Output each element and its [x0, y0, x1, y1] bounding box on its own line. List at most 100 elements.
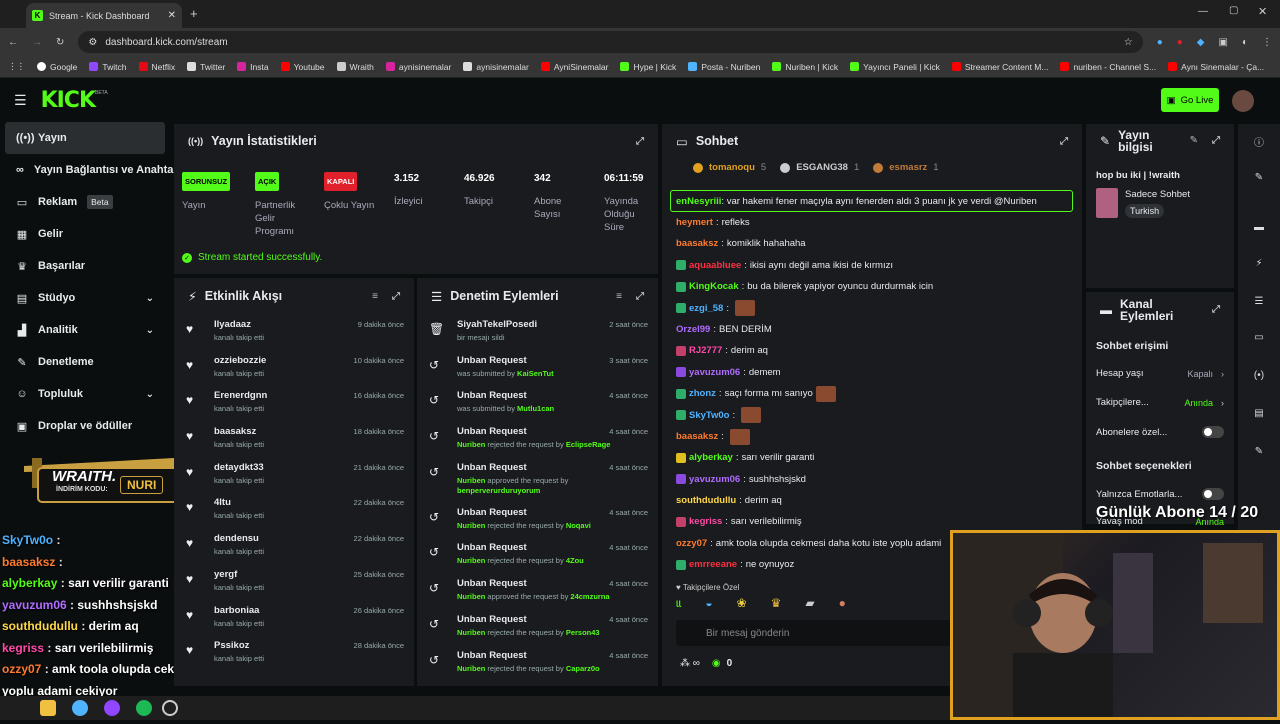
- subscribers-only-row[interactable]: Abonelere özel...: [1096, 426, 1224, 438]
- activity-item[interactable]: ♥ yergf kanalı takip etti 25 dakika önce: [174, 564, 414, 600]
- target-user[interactable]: 4Zou: [566, 556, 584, 565]
- sidebar-item-income[interactable]: ▦ Gelir: [0, 218, 172, 250]
- chat-username[interactable]: kegriss: [689, 511, 722, 532]
- activity-item[interactable]: ♥ dendensu kanalı takip etti 22 dakika önce: [174, 528, 414, 564]
- chat-username[interactable]: aquaabluee: [689, 255, 741, 276]
- emote-only-row[interactable]: Yalnızca Emotlarla...: [1096, 488, 1224, 500]
- activity-item[interactable]: ♥ Pssikoz kanalı takip etti 28 dakika önce: [174, 635, 414, 671]
- sidebar-item-studio[interactable]: ▤ Stüdyo ⌄: [0, 282, 172, 314]
- bookmark[interactable]: Wraith: [336, 62, 374, 72]
- emote[interactable]: ɩɩ: [676, 596, 681, 618]
- gifter-name[interactable]: esmasrz: [889, 162, 927, 173]
- emote[interactable]: ●: [839, 596, 846, 618]
- activity-item[interactable]: ♥ Ilyadaaz kanalı takip etti 9 dakika önce: [174, 314, 414, 350]
- app-icon[interactable]: [104, 700, 120, 716]
- filter-icon[interactable]: ≡: [616, 291, 622, 302]
- close-window-icon[interactable]: ✕: [1258, 5, 1267, 18]
- clip-icon[interactable]: ▤: [1248, 402, 1270, 424]
- activity-item[interactable]: ♥ 4ltu kanalı takip etti 22 dakika önce: [174, 492, 414, 528]
- bookmark[interactable]: Aynı Sinemalar - Ça...: [1168, 62, 1264, 72]
- bookmark[interactable]: Twitter: [187, 62, 225, 72]
- moderator-name[interactable]: Nuriben: [457, 440, 485, 449]
- pinned-user[interactable]: enNesyriii: [676, 196, 721, 207]
- moderation-item[interactable]: ↺ Unban Request Nuriben rejected the reque…: [417, 609, 658, 645]
- sidebar-item-analytics[interactable]: ▟ Analitik ⌄: [0, 314, 172, 346]
- category-name[interactable]: Sadece Sohbet: [1125, 189, 1190, 200]
- pinned-message[interactable]: enNesyriii: var hakemi fener maçıyla ayn…: [670, 190, 1073, 212]
- edit-icon[interactable]: ✎: [1248, 166, 1270, 188]
- chat-username[interactable]: emrreeane: [689, 554, 737, 575]
- chat-username[interactable]: baasaksz: [676, 426, 718, 447]
- moderation-item[interactable]: ↺ Unban Request was submitted by Mutlu1can…: [417, 385, 658, 421]
- activity-item[interactable]: ♥ baasaksz kanalı takip etti 18 dakika önce: [174, 421, 414, 457]
- activity-item[interactable]: ♥ ozziebozzie kanalı takip etti 10 dakika ö…: [174, 350, 414, 386]
- app-icon[interactable]: [72, 700, 88, 716]
- target-user[interactable]: Person43: [566, 628, 600, 637]
- followers-only-row[interactable]: Takipçilere... Anında ›: [1096, 397, 1224, 408]
- bookmark[interactable]: Posta - Nuriben: [688, 62, 760, 72]
- moderation-item[interactable]: ↺ Unban Request Nuriben rejected the reque…: [417, 502, 658, 538]
- chat-username[interactable]: zhonz: [689, 383, 716, 404]
- gifter-name[interactable]: tomanoqu: [709, 162, 755, 173]
- bookmark[interactable]: Nuriben | Kick: [772, 62, 838, 72]
- sidebar-item-community[interactable]: ☺ Topluluk ⌄: [0, 378, 172, 410]
- bookmark-star-icon[interactable]: ☆: [1124, 37, 1133, 48]
- app-icon[interactable]: [162, 700, 178, 716]
- chat-icon[interactable]: ▭: [1248, 326, 1270, 348]
- chat-username[interactable]: ezgi_58: [689, 298, 723, 319]
- emote[interactable]: ▰: [805, 596, 814, 618]
- moderator-name[interactable]: Nuriben: [457, 521, 485, 530]
- chat-username[interactable]: southdudullu: [676, 490, 736, 511]
- bookmark[interactable]: AyniSinemalar: [540, 62, 608, 72]
- kick-logo[interactable]: KICK: [41, 88, 96, 113]
- emote[interactable]: ♛: [771, 596, 782, 618]
- browser-tab[interactable]: K Stream - Kick Dashboard ✕: [26, 3, 182, 28]
- chat-username[interactable]: baasaksz: [676, 233, 718, 254]
- app-icon[interactable]: [40, 700, 56, 716]
- activity-item[interactable]: ♥ barboniaa kanalı takip etti 26 dakika önc…: [174, 600, 414, 636]
- panel-icon[interactable]: ▬: [1248, 216, 1270, 238]
- chat-username[interactable]: SkyTw0o: [689, 405, 729, 426]
- account-age-row[interactable]: Hesap yaşı Kapalı ›: [1096, 368, 1224, 379]
- moderation-item[interactable]: ↺ Unban Request was submitted by KaiSenTut…: [417, 350, 658, 386]
- new-tab-icon[interactable]: +: [190, 6, 198, 21]
- expand-icon[interactable]: ⤢: [392, 291, 400, 302]
- minimize-icon[interactable]: —: [1198, 6, 1208, 17]
- sidebar-item-achievements[interactable]: ♛ Başarılar: [0, 250, 172, 282]
- app-icon[interactable]: [136, 700, 152, 716]
- category-thumbnail[interactable]: [1096, 188, 1118, 218]
- target-user[interactable]: Caparz0o: [566, 664, 600, 673]
- bookmark[interactable]: Twitch: [89, 62, 127, 72]
- moderation-item[interactable]: ↺ Unban Request Nuriben approved the reque…: [417, 573, 658, 609]
- target-user[interactable]: Noqavi: [566, 521, 591, 530]
- broadcast-icon[interactable]: (•): [1248, 364, 1270, 386]
- bookmark[interactable]: Insta: [237, 62, 269, 72]
- moderation-item[interactable]: ↺ Unban Request Nuriben rejected the reque…: [417, 421, 658, 457]
- info-icon[interactable]: ⓘ: [1248, 130, 1270, 152]
- expand-icon[interactable]: ⤢: [636, 291, 644, 302]
- moderator-name[interactable]: Nuriben: [457, 556, 485, 565]
- bookmark[interactable]: Netflix: [138, 62, 175, 72]
- extension-icon[interactable]: ●: [1157, 37, 1163, 48]
- chat-username[interactable]: KingKocak: [689, 276, 739, 297]
- forward-icon[interactable]: →: [32, 37, 42, 48]
- chat-username[interactable]: RJ2777: [689, 340, 722, 361]
- gifter-name[interactable]: ESGANG38: [796, 162, 848, 173]
- hamburger-menu-icon[interactable]: ☰: [14, 92, 27, 109]
- sidebar-item-stream-key[interactable]: ∞ Yayın Bağlantısı ve Anahtarı: [0, 154, 181, 186]
- target-user[interactable]: EclipseRage: [566, 440, 611, 449]
- puzzle-icon[interactable]: ▣: [1219, 37, 1228, 48]
- shield-icon[interactable]: ◆: [1197, 37, 1205, 48]
- edit-icon[interactable]: ✎: [1190, 135, 1198, 147]
- target-user[interactable]: Mutlu1can: [517, 404, 554, 413]
- chat-username[interactable]: yavuzum06: [689, 469, 740, 490]
- bookmark[interactable]: nuriben - Channel S...: [1060, 62, 1156, 72]
- target-user[interactable]: 24cmzurna: [570, 592, 609, 601]
- user-avatar[interactable]: [1232, 90, 1254, 112]
- target-user[interactable]: benperverurduruyorum: [457, 486, 540, 495]
- profile-icon[interactable]: ◐: [1242, 37, 1248, 48]
- list-icon[interactable]: ☰: [1248, 290, 1270, 312]
- emote-only-toggle[interactable]: [1202, 488, 1224, 500]
- expand-icon[interactable]: ⤢: [636, 136, 644, 147]
- activity-item[interactable]: ♥ detaydkt33 kanalı takip etti 21 dakika ön…: [174, 457, 414, 493]
